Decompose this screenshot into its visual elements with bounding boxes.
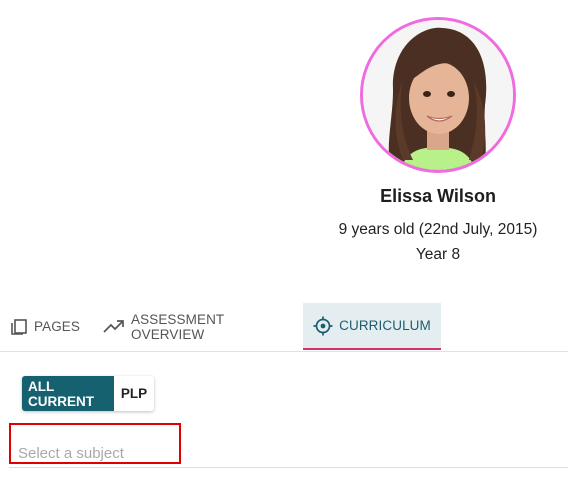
pages-icon [10, 318, 28, 336]
student-year: Year 8 [415, 246, 461, 263]
view-toggle: ALL CURRENT PLP [22, 376, 154, 411]
target-icon [313, 316, 333, 336]
tab-curriculum-label: CURRICULUM [339, 318, 431, 333]
subject-select[interactable] [18, 443, 218, 463]
student-photo [363, 20, 513, 170]
all-current-button[interactable]: ALL CURRENT [22, 376, 114, 411]
tab-assessment-overview-label: ASSESSMENT OVERVIEW [131, 311, 225, 342]
tab-assessment-overview[interactable]: ASSESSMENT OVERVIEW [103, 303, 299, 350]
subject-underline [9, 467, 568, 468]
student-age: 9 years old (22nd July, 2015) [338, 221, 538, 238]
profile-tabs: PAGES ASSESSMENT OVERVIEW CURRICULUM [0, 303, 568, 352]
tab-curriculum[interactable]: CURRICULUM [303, 303, 441, 350]
trending-up-icon [103, 319, 125, 335]
student-avatar [360, 17, 516, 173]
plp-button[interactable]: PLP [114, 376, 154, 411]
student-name: Elissa Wilson [380, 186, 496, 206]
tab-pages[interactable]: PAGES [10, 303, 90, 350]
tab-pages-label: PAGES [34, 319, 81, 334]
